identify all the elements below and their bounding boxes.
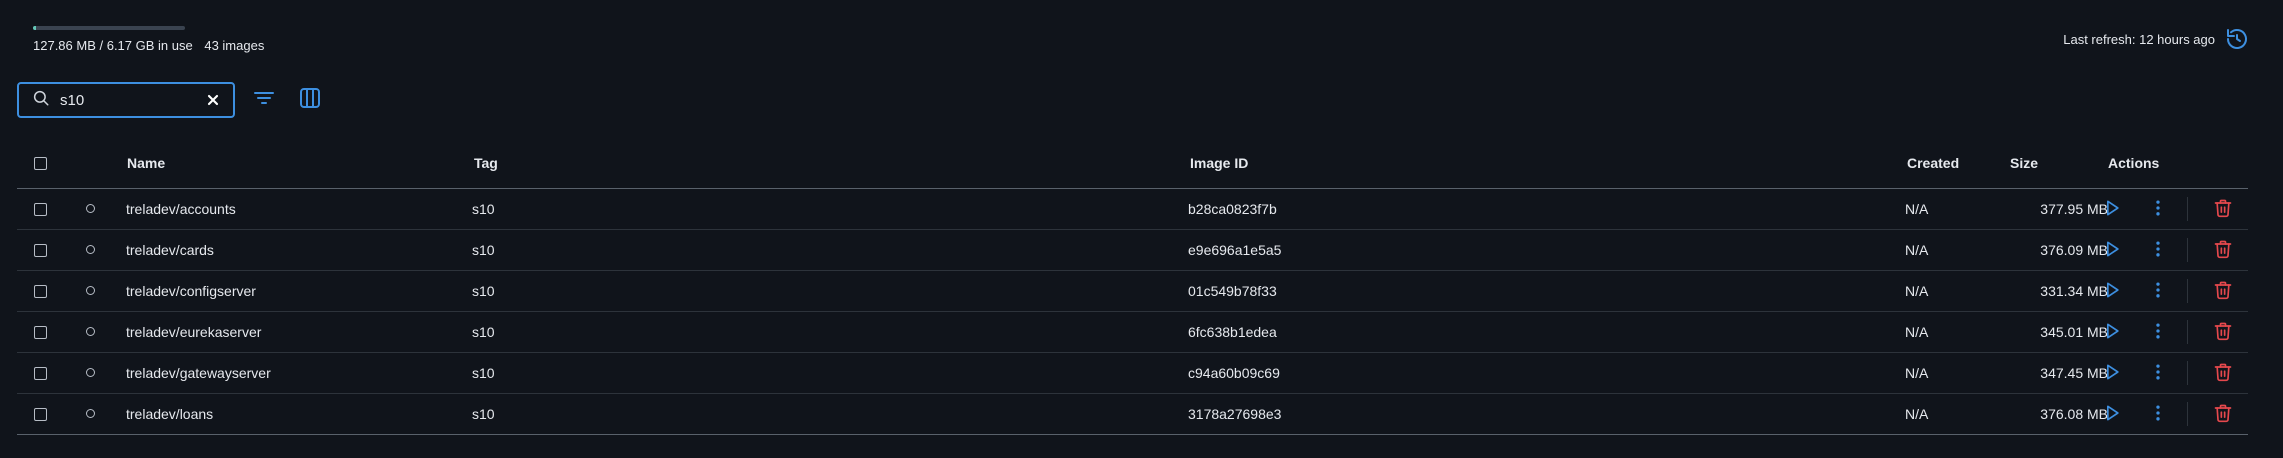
image-tag: s10 [472,365,495,381]
image-tag: s10 [472,242,495,258]
more-vertical-icon[interactable] [2148,362,2168,385]
image-size: 376.08 MB [2040,406,2108,422]
play-icon[interactable] [2102,198,2122,221]
image-id: b28ca0823f7b [1188,201,1277,217]
more-vertical-icon[interactable] [2148,198,2168,221]
image-size: 377.95 MB [2040,201,2108,217]
row-checkbox[interactable] [34,284,47,298]
search-input[interactable] [60,91,190,109]
more-vertical-icon[interactable] [2148,280,2168,303]
action-divider [2187,320,2188,344]
image-count: 43 images [204,38,265,53]
select-all-checkbox[interactable] [34,156,47,170]
image-size: 331.34 MB [2040,283,2108,299]
table-row[interactable]: treladev/accounts s10 b28ca0823f7b N/A 3… [17,189,2248,230]
image-id: 3178a27698e3 [1188,406,1282,422]
row-checkbox[interactable] [34,366,47,380]
header-name[interactable]: Name [127,138,165,188]
last-refresh-text: Last refresh: 12 hours ago [2063,31,2215,47]
image-name: treladev/configserver [126,283,256,299]
refresh-icon[interactable] [2225,27,2249,51]
image-size: 345.01 MB [2040,324,2108,340]
table-row[interactable]: treladev/eurekaserver s10 6fc638b1edea N… [17,312,2248,353]
image-id: 01c549b78f33 [1188,283,1277,299]
image-name: treladev/eurekaserver [126,324,262,340]
image-tag: s10 [472,201,495,217]
play-icon[interactable] [2102,321,2122,344]
image-tag: s10 [472,406,495,422]
play-icon[interactable] [2102,280,2122,303]
image-id: c94a60b09c69 [1188,365,1280,381]
disk-usage-text: 127.86 MB / 6.17 GB in use [33,38,193,53]
image-size: 376.09 MB [2040,242,2108,258]
status-indicator [86,285,95,295]
play-icon[interactable] [2102,362,2122,385]
header-created[interactable]: Created [1907,138,1959,188]
action-divider [2187,361,2188,385]
filter-button[interactable] [250,86,278,114]
images-table: Name Tag Image ID Created Size Actions t… [17,138,2248,435]
image-tag: s10 [472,283,495,299]
table-row[interactable]: treladev/loans s10 3178a27698e3 N/A 376.… [17,394,2248,435]
columns-icon [298,86,322,115]
header-image-id[interactable]: Image ID [1190,138,1248,188]
image-created: N/A [1905,324,1929,340]
more-vertical-icon[interactable] [2148,239,2168,262]
row-checkbox[interactable] [34,243,47,257]
header-tag[interactable]: Tag [474,138,498,188]
action-divider [2187,402,2188,426]
columns-button[interactable] [296,86,324,114]
trash-icon[interactable] [2213,321,2233,344]
image-name: treladev/accounts [126,201,236,217]
image-created: N/A [1905,365,1929,381]
row-checkbox[interactable] [34,202,47,216]
search-icon [32,89,50,112]
search-box [17,82,235,118]
disk-usage: 127.86 MB / 6.17 GB in use 43 images [33,26,264,53]
image-tag: s10 [472,324,495,340]
status-indicator [86,203,95,213]
image-created: N/A [1905,283,1929,299]
close-icon[interactable] [205,92,221,113]
status-indicator [86,408,95,418]
status-indicator [86,326,95,336]
trash-icon[interactable] [2213,362,2233,385]
table-body: treladev/accounts s10 b28ca0823f7b N/A 3… [17,189,2248,435]
row-checkbox[interactable] [34,325,47,339]
disk-usage-bar-fill [33,26,37,30]
play-icon[interactable] [2102,403,2122,426]
header-size[interactable]: Size [2010,138,2038,188]
header-actions: Actions [2108,155,2160,171]
status-indicator [86,244,95,254]
table-row[interactable]: treladev/cards s10 e9e696a1e5a5 N/A 376.… [17,230,2248,271]
play-icon[interactable] [2102,239,2122,262]
image-created: N/A [1905,242,1929,258]
trash-icon[interactable] [2213,198,2233,221]
image-created: N/A [1905,406,1929,422]
image-name: treladev/cards [126,242,214,258]
last-refresh: Last refresh: 12 hours ago [2063,27,2249,51]
image-id: e9e696a1e5a5 [1188,242,1282,258]
action-divider [2187,279,2188,303]
disk-usage-bar [33,26,185,30]
trash-icon[interactable] [2213,280,2233,303]
table-row[interactable]: treladev/gatewayserver s10 c94a60b09c69 … [17,353,2248,394]
trash-icon[interactable] [2213,239,2233,262]
row-checkbox[interactable] [34,407,47,421]
image-name: treladev/loans [126,406,214,422]
status-indicator [86,367,95,377]
table-row[interactable]: treladev/configserver s10 01c549b78f33 N… [17,271,2248,312]
more-vertical-icon[interactable] [2148,321,2168,344]
trash-icon[interactable] [2213,403,2233,426]
action-divider [2187,238,2188,262]
action-divider [2187,197,2188,221]
image-id: 6fc638b1edea [1188,324,1277,340]
image-name: treladev/gatewayserver [126,365,271,381]
table-header: Name Tag Image ID Created Size Actions [17,138,2248,189]
image-created: N/A [1905,201,1929,217]
filter-icon [252,86,276,115]
image-size: 347.45 MB [2040,365,2108,381]
more-vertical-icon[interactable] [2148,403,2168,426]
